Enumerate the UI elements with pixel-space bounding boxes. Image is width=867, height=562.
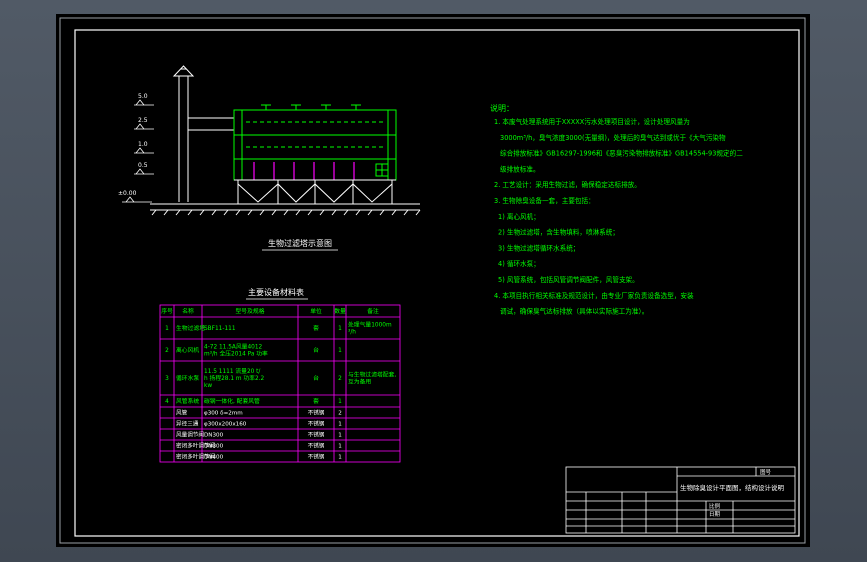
note-line: 2. 工艺设计：采用生物过滤，确保稳定达标排放。 (494, 180, 641, 189)
note-line: 3) 生物过滤塔循环水系统； (498, 243, 579, 252)
table-cell: 4-72 11.5A风量4012 (204, 343, 263, 350)
title-block-project: 生物除臭设计平面图，结构设计说明 (680, 483, 785, 492)
elevation-mark-5: ±0.00 (118, 190, 137, 197)
table-cell: 1 (338, 326, 342, 332)
table-cell: 11.5 1111 流量20 t/ (204, 367, 260, 375)
table-header-cell: 数量 (334, 307, 346, 315)
table-text: 序号 名称 型号及规格 单位 数量 备注 1 生物过滤塔 SBF11-111 套 1 处理气量1000… (161, 307, 396, 461)
note-line: 4. 本项目执行相关标准及规范设计，由专业厂家负责设备选型，安装 (494, 291, 694, 300)
note-line: 5) 风管系统，包括风管调节阀配件，风管支架。 (498, 275, 639, 284)
elevation-mark-3: 1.0 (138, 141, 148, 148)
exhaust-stack (172, 65, 195, 202)
table-cell: SBF11-111 (204, 326, 236, 332)
elevation-view-title: 生物过滤塔示意图 (268, 238, 332, 248)
table-cell: 风管系统 (176, 397, 199, 405)
table-cell: 4 (165, 399, 169, 405)
design-notes: 说明： 1. 本废气处理系统用于XXXXX污水处理项目设计，设计处理风量为 300… (490, 103, 743, 316)
table-cell: 套 (313, 397, 319, 405)
note-line: 4) 循环水泵； (498, 259, 540, 268)
elevation-mark-4: 0.5 (138, 162, 148, 169)
table-cell: 不锈钢 (308, 431, 325, 439)
table-cell: 1 (338, 433, 342, 439)
biofilter-tower (233, 104, 397, 181)
note-line: 1) 离心风机； (498, 212, 540, 221)
outer-frame (59, 17, 806, 544)
table-cell: 2 (338, 411, 342, 417)
table-cell: 1 (338, 422, 342, 428)
table-cell: 离心风机 (176, 346, 199, 354)
table-cell: 与生物过滤塔配套, (348, 370, 396, 378)
note-line: 1. 本废气处理系统用于XXXXX污水处理项目设计，设计处理风量为 (494, 117, 690, 126)
table-cell: h 扬程28.1 m 功率2.2 (204, 374, 264, 382)
elevation-markers (122, 99, 154, 203)
table-cell: 不锈钢 (308, 409, 325, 417)
table-cell: 套 (313, 324, 319, 332)
note-line: 3000m³/h，臭气浓度3000(无量纲)，处理后的臭气达到或优于《大气污染物 (500, 133, 726, 142)
notes-heading: 说明： (490, 103, 514, 113)
table-cell: 台 (313, 374, 319, 382)
table-header-cell: 序号 (161, 307, 173, 315)
table-cell: 不锈钢 (308, 453, 325, 461)
note-line: 级排放标准。 (500, 164, 540, 173)
table-header-cell: 单位 (310, 307, 322, 315)
support-frame (234, 179, 396, 204)
note-line: 综合排放标准》GB16297-1996和《恶臭污染物排放标准》GB14554-9… (500, 149, 743, 158)
ground-line (150, 203, 421, 216)
note-line: 3. 生物除臭设备一套，主要包括： (494, 196, 595, 205)
connecting-duct (188, 117, 234, 131)
table-cell: ³/h (348, 329, 356, 336)
table-cell: 台 (313, 346, 319, 354)
table-cell: 风量调节阀 (176, 431, 204, 439)
elevation-mark-2: 2.5 (138, 117, 148, 124)
drawing-sheet[interactable]: 5.0 2.5 1.0 0.5 ±0.00 生物过滤塔示意图 主要设备材料表 序… (56, 14, 810, 547)
table-cell: φ300x200x160 (204, 422, 247, 428)
table-cell: m³/h 全压2014 Pa 功率 (204, 350, 268, 358)
note-line: 2) 生物过滤塔，含生物填料，喷淋系统； (498, 228, 619, 237)
table-cell: 不锈钢 (308, 420, 325, 428)
title-block-scale: 比例 (709, 502, 721, 510)
table-cell: 1 (338, 399, 342, 405)
table-cell: 生物过滤塔 (176, 324, 205, 332)
drawing-canvas: 5.0 2.5 1.0 0.5 ±0.00 生物过滤塔示意图 主要设备材料表 序… (59, 17, 806, 544)
table-cell: 1 (338, 348, 342, 354)
table-cell: 1 (165, 326, 169, 332)
table-cell: DN300 (204, 444, 224, 450)
table-cell: φ300 δ=2mm (204, 411, 243, 417)
cad-viewport[interactable]: 5.0 2.5 1.0 0.5 ±0.00 生物过滤塔示意图 主要设备材料表 序… (0, 0, 867, 562)
table-cell: 风管 (176, 409, 188, 417)
table-cell: 异径三通 (176, 420, 199, 428)
note-line: 调试，确保臭气达标排放（具体以实际施工为准）。 (500, 307, 648, 316)
table-cell: 互为备用 (348, 378, 371, 386)
table-cell: DN300 (204, 433, 224, 439)
table-cell: 1 (338, 455, 342, 461)
title-block-date: 日期 (709, 511, 721, 518)
table-cell: 1 (338, 444, 342, 450)
table-cell: kw (204, 383, 212, 389)
table-header-cell: 名称 (182, 307, 194, 315)
equipment-table[interactable]: 主要设备材料表 序号 名称 型号及规格 单位 数量 备注 1 生物过滤塔 SBF11-111 套 1… (159, 287, 401, 463)
table-cell: DN400 (204, 455, 224, 461)
table-header-cell: 备注 (367, 307, 379, 315)
table-cell: 不锈钢 (308, 442, 325, 450)
table-cell: 2 (165, 348, 169, 354)
title-block-drawing-no: 图号 (760, 468, 772, 476)
table-header-cell: 型号及规格 (236, 307, 265, 315)
table-cell: 2 (338, 376, 342, 382)
tower-hoppers (253, 162, 355, 180)
table-cell: 处理气量1000m (348, 320, 392, 328)
elevation-mark-1: 5.0 (138, 93, 148, 100)
table-cell: 碳钢一体化, 配套风管 (204, 397, 260, 405)
table-cell: 3 (165, 376, 169, 382)
title-block[interactable] (565, 466, 796, 534)
table-cell: 循环水泵 (176, 374, 199, 382)
elevation-view[interactable]: 5.0 2.5 1.0 0.5 ±0.00 生物过滤塔示意图 (118, 65, 421, 251)
table-title: 主要设备材料表 (248, 287, 304, 297)
